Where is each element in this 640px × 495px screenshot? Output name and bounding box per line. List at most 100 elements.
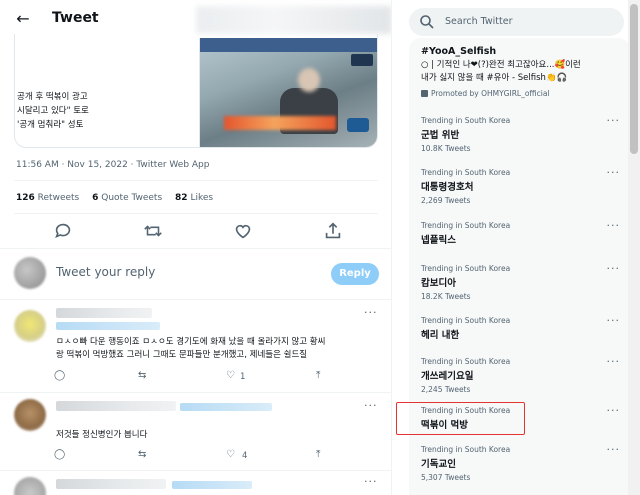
- avatar[interactable]: [14, 399, 46, 431]
- trend-count: 10.8K Tweets: [421, 144, 471, 153]
- media-thumbnail[interactable]: [199, 38, 377, 147]
- reply-icon[interactable]: ◯: [54, 370, 65, 381]
- avatar[interactable]: [14, 477, 46, 495]
- trend-name: 대통령경호처: [421, 182, 474, 193]
- sidebar: Search Twitter #YooA_Selfish ○ | 기적인 나❤(…: [393, 0, 640, 495]
- trend-name: 개쓰레기요일: [421, 371, 474, 382]
- retweets-label: Retweets: [37, 193, 80, 203]
- retweet-icon[interactable]: ⇆: [138, 449, 146, 460]
- reply-text: ㅁㅅㅇ빠 다운 행동이죠 ㅁㅅㅇ도 경기도에 화재 났을 때 올라가지 않고 황…: [56, 336, 325, 362]
- trend-count: 18.2K Tweets: [421, 292, 471, 301]
- reply-tweet[interactable]: ···: [0, 470, 391, 495]
- reply-author-blurred: [56, 401, 176, 411]
- retweet-icon[interactable]: [142, 220, 164, 242]
- promoted-hashtag: #YooA_Selfish: [421, 46, 497, 57]
- quotes-stat[interactable]: 6 Quote Tweets: [92, 193, 162, 203]
- share-icon[interactable]: ⤒: [316, 449, 320, 460]
- quotes-count: 6: [92, 193, 99, 203]
- page-title: Tweet: [52, 10, 99, 26]
- blurred-header-strip: [196, 6, 391, 34]
- tweet-media-card[interactable]: 공개 후 떡볶이 광고 시달리고 있다" 토로 '공개 멈춰라" 성토: [14, 34, 378, 148]
- like-count: 4: [242, 451, 248, 461]
- trend-item[interactable]: Trending in South Korea 대통령경호처 2,269 Twe…: [409, 166, 630, 214]
- reply-icon[interactable]: ◯: [54, 449, 65, 460]
- more-options-icon[interactable]: ···: [364, 306, 378, 319]
- trend-name: 넵플릭스: [421, 235, 456, 246]
- trend-item[interactable]: Trending in South Korea 넵플릭스 ···: [409, 219, 630, 267]
- reply-icon[interactable]: [52, 220, 74, 242]
- tweet-actions: [14, 220, 378, 242]
- promoted-text-line: ○ | 기적인 나❤(?)완전 최고잖아요...🥰이런: [421, 60, 581, 70]
- more-options-icon[interactable]: ···: [364, 475, 378, 488]
- thumbnail-banner: [200, 38, 377, 52]
- reply-tweet[interactable]: ··· 저것들 정신병인가 봅니다 ◯ ⇆ ♡ 4 ⤒: [0, 392, 391, 466]
- like-icon[interactable]: [232, 220, 254, 242]
- trend-meta: Trending in South Korea: [421, 445, 511, 454]
- likes-label: Likes: [190, 193, 214, 203]
- promoted-icon: [421, 90, 428, 97]
- trend-name: 떡볶이 먹방: [421, 420, 469, 431]
- trend-item[interactable]: Trending in South Korea 개쓰레기요일 2,245 Twe…: [409, 355, 630, 403]
- like-icon[interactable]: ♡: [226, 449, 235, 460]
- thumbnail-face-blurred: [298, 68, 320, 92]
- retweets-count: 126: [16, 193, 35, 203]
- trend-meta: Trending in South Korea: [421, 316, 511, 325]
- more-options-icon[interactable]: ···: [607, 219, 621, 232]
- tweet-timestamp[interactable]: 11:56 AM · Nov 15, 2022 · Twitter Web Ap…: [16, 160, 209, 170]
- trend-item[interactable]: Trending in South Korea 헤리 내한 ···: [409, 314, 630, 362]
- trend-meta: Trending in South Korea: [421, 357, 511, 366]
- quotes-label: Quote Tweets: [101, 193, 163, 203]
- reply-tweet[interactable]: ··· ㅁㅅㅇ빠 다운 행동이죠 ㅁㅅㅇ도 경기도에 화재 났을 때 올라가지 …: [0, 300, 391, 392]
- thumbnail-tag: [347, 118, 369, 132]
- likes-count: 82: [175, 193, 188, 203]
- back-arrow-icon[interactable]: ←: [12, 8, 34, 30]
- more-options-icon[interactable]: ···: [364, 399, 378, 412]
- reply-button[interactable]: Reply: [331, 263, 379, 285]
- more-options-icon[interactable]: ···: [607, 262, 621, 275]
- avatar[interactable]: [14, 310, 46, 342]
- media-caption: 공개 후 떡볶이 광고 시달리고 있다" 토로 '공개 멈춰라" 성토: [17, 90, 89, 132]
- reply-text-line: ㅁㅅㅇ빠 다운 행동이죠 ㅁㅅㅇ도 경기도에 화재 났을 때 올라가지 않고 황…: [56, 337, 326, 347]
- more-options-icon[interactable]: ···: [607, 443, 621, 456]
- reply-text-line: 저것들 정신병인가 봅니다: [56, 430, 148, 440]
- like-count: 1: [240, 372, 246, 382]
- reply-handle-blurred: [172, 481, 252, 489]
- thumbnail-logo: [351, 54, 373, 66]
- more-options-icon[interactable]: ···: [607, 166, 621, 179]
- trend-meta: Trending in South Korea: [421, 116, 511, 125]
- promoted-by: Promoted by OHMYGIRL_official: [421, 89, 550, 98]
- scrollbar-thumb[interactable]: [630, 4, 638, 154]
- trend-meta: Trending in South Korea: [421, 221, 511, 230]
- trend-item[interactable]: Trending in South Korea 기독교인 5,307 Tweet…: [409, 443, 630, 491]
- like-icon[interactable]: ♡: [226, 370, 235, 381]
- reply-handle-blurred: [180, 403, 272, 411]
- divider: [14, 180, 378, 181]
- thumbnail-caption-blurred: [224, 116, 336, 130]
- avatar: [14, 257, 46, 289]
- search-input[interactable]: Search Twitter: [445, 16, 513, 27]
- trend-item[interactable]: Trending in South Korea 군법 위반 10.8K Twee…: [409, 114, 630, 162]
- search-bar[interactable]: Search Twitter: [409, 8, 624, 36]
- reply-handle-blurred: [56, 322, 160, 330]
- promoted-trend[interactable]: #YooA_Selfish ○ | 기적인 나❤(?)완전 최고잖아요...🥰이…: [409, 38, 630, 100]
- more-options-icon[interactable]: ···: [607, 355, 621, 368]
- promoted-text-line: 내가 싫지 않을 때 #유아 - Selfish👏🎧: [421, 73, 568, 83]
- reply-text-line: 랑 떡볶이 먹방했죠 그러니 그때도 문파들만 분개했고, 제네들은 쉴드질: [56, 350, 308, 360]
- likes-stat[interactable]: 82 Likes: [175, 193, 213, 203]
- trend-count: 2,245 Tweets: [421, 385, 471, 394]
- reply-composer: Tweet your reply Reply: [0, 249, 391, 299]
- share-icon[interactable]: ⤒: [316, 370, 320, 381]
- retweets-stat[interactable]: 126 Retweets: [16, 193, 79, 203]
- trend-count: 5,307 Tweets: [421, 473, 471, 482]
- more-options-icon[interactable]: ···: [607, 314, 621, 327]
- trend-name: 기독교인: [421, 459, 456, 470]
- trend-name: 캄보디아: [421, 278, 456, 289]
- trend-meta: Trending in South Korea: [421, 264, 511, 273]
- divider: [14, 213, 378, 214]
- trend-item[interactable]: Trending in South Korea 캄보디아 18.2K Tweet…: [409, 262, 630, 310]
- retweet-icon[interactable]: ⇆: [138, 370, 146, 381]
- share-icon[interactable]: [322, 220, 344, 242]
- reply-input[interactable]: Tweet your reply: [56, 265, 155, 279]
- more-options-icon[interactable]: ···: [607, 114, 621, 127]
- more-options-icon[interactable]: ···: [607, 404, 621, 417]
